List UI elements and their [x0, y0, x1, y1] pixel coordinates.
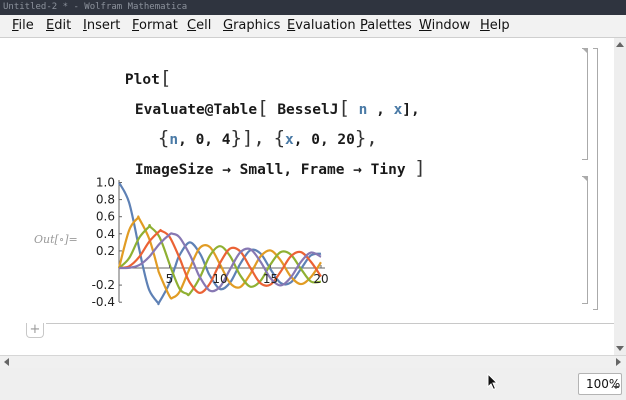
menu-help[interactable]: Help — [480, 18, 510, 34]
code-close: ], — [402, 102, 420, 118]
status-bar — [0, 368, 626, 400]
y-tick-label: 0.4 — [96, 227, 115, 241]
cell-group-bracket[interactable] — [593, 48, 598, 310]
y-tick-label: 0.8 — [96, 193, 115, 207]
y-tick-label: 0.2 — [96, 244, 115, 258]
bessel-plot[interactable]: 5 10 15 20 1.0 0.8 0.6 0.4 0.2 -0.2 -0.4 — [90, 174, 340, 309]
x-tick-label: 20 — [313, 272, 328, 286]
menu-edit[interactable]: Edit — [46, 18, 71, 34]
scroll-down-arrow[interactable] — [616, 346, 624, 351]
cell-bracket-marker — [583, 49, 588, 54]
menu-cell[interactable]: Cell — [187, 18, 211, 34]
menu-file[interactable]: File — [12, 18, 34, 34]
menu-palettes[interactable]: Palettes — [360, 18, 412, 34]
menu-evaluation[interactable]: Evaluation — [287, 18, 356, 34]
menu-format[interactable]: Format — [132, 18, 178, 34]
scroll-right-arrow[interactable] — [616, 358, 621, 366]
mouse-cursor-icon — [487, 373, 499, 391]
code-bracket: ] — [414, 157, 426, 179]
code-spacer — [406, 162, 415, 178]
input-cell-bracket[interactable] — [582, 48, 588, 160]
scroll-left-arrow[interactable] — [4, 358, 9, 366]
x-tick-label: 5 — [166, 272, 174, 286]
menu-window[interactable]: Window — [419, 18, 470, 34]
window-title-bar: Untitled-2 * - Wolfram Mathematica — [0, 0, 626, 15]
vertical-scrollbar[interactable] — [614, 38, 626, 355]
code-var-x: x — [393, 102, 403, 118]
zoom-menu[interactable]: 100% — [578, 373, 622, 395]
y-tick-label: -0.2 — [92, 278, 115, 292]
output-label: Out[∘]= — [34, 233, 78, 246]
output-cell-bracket[interactable] — [582, 176, 588, 304]
horizontal-scrollbar[interactable] — [0, 355, 626, 368]
x-tick-label: 10 — [212, 272, 227, 286]
cell-bracket-marker — [583, 177, 588, 182]
code-spacer — [385, 102, 394, 118]
x-tick-label: 15 — [263, 272, 278, 286]
y-tick-label: -0.4 — [92, 295, 115, 308]
menu-bar: File Edit Insert Format Cell Graphics Ev… — [0, 15, 626, 38]
cell-insertion-line — [46, 323, 614, 324]
add-cell-button[interactable]: + — [26, 323, 44, 338]
window-title: Untitled-2 * - Wolfram Mathematica — [3, 2, 188, 12]
chevron-down-icon — [613, 386, 619, 389]
scroll-up-arrow[interactable] — [616, 42, 624, 47]
menu-graphics[interactable]: Graphics — [223, 18, 280, 34]
menu-insert[interactable]: Insert — [83, 18, 120, 34]
y-tick-label: 0.6 — [96, 210, 115, 224]
y-tick-label: 1.0 — [96, 176, 115, 190]
